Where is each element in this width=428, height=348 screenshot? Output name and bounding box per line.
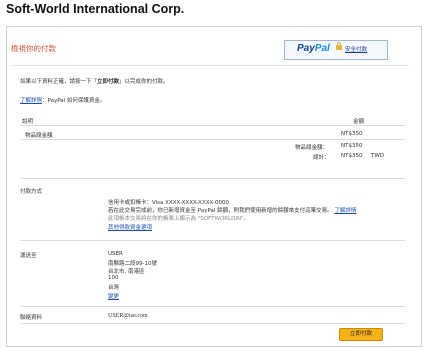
contact-label: 聯絡資料	[20, 315, 43, 321]
balance-note: 若在此交易完成前，你已新增資金至 PayPal 餘額，則我們使用新增的餘額來支付…	[108, 208, 357, 214]
item-label: 物品總金額	[25, 133, 53, 139]
intro-protection: 了解詳情：PayPal 如何保護資金。	[20, 98, 106, 104]
ship-to-label: 運送至	[20, 253, 37, 259]
paypal-secure-badge[interactable]: PayPal 安全付款	[284, 40, 388, 60]
secure-payment-link[interactable]: 安全付款	[345, 45, 367, 53]
change-address-link[interactable]: 變更	[108, 292, 119, 300]
section-divider-bottom	[20, 323, 405, 324]
ship-address-line2: 台北市, 南港區	[108, 269, 145, 275]
col-description: 說明	[22, 119, 34, 125]
lock-icon	[336, 42, 342, 50]
item-amount: NT$350	[341, 131, 363, 137]
balance-learn-more-link[interactable]: 了解詳情	[334, 208, 356, 214]
site-title: Soft-World International Corp.	[6, 2, 185, 16]
total-amount: NT$350	[341, 153, 363, 159]
subtotal-amount: NT$350	[341, 143, 363, 149]
header-divider	[11, 65, 409, 66]
summary-divider-top	[20, 125, 405, 126]
other-funding-link[interactable]: 其他得款資金選項	[108, 223, 152, 231]
ship-country: 台灣	[108, 285, 120, 291]
card-info: 信用卡或扣帳卡：Visa XXXX-XXXX-XXXX-0000	[108, 200, 229, 206]
section-divider-contact	[20, 306, 405, 307]
payment-method-label: 付款方式	[20, 189, 43, 195]
ship-postal-code: 100	[108, 275, 119, 281]
ship-address-line1: 南縣路二段99-10號	[108, 261, 157, 267]
paypal-logo: PayPal	[297, 43, 330, 54]
summary-divider-mid	[20, 139, 405, 140]
contact-email: USER@usr.com	[108, 313, 148, 319]
payment-review-panel	[6, 26, 422, 347]
col-amount: 金額	[353, 119, 365, 125]
subtotal-label: 物品總金額：	[295, 145, 329, 151]
learn-more-link[interactable]: 了解詳情	[20, 98, 42, 104]
section-divider-payment	[20, 178, 405, 179]
ship-name: USER	[108, 251, 123, 257]
page-title: 檢視你的付款	[11, 44, 56, 53]
total-label: 總計：	[313, 155, 330, 161]
statement-note: 此項帳本交易將在你的帳單上顯示為 "SOFTWORLDIN"。	[108, 216, 250, 222]
total-currency: TWD	[371, 153, 385, 159]
section-divider-shipping	[20, 240, 405, 241]
intro-text: 如果以下資料正確，請按一下「立即付款」以完成你的付款。	[20, 79, 169, 85]
pay-now-button[interactable]: 立即付款	[339, 328, 383, 341]
